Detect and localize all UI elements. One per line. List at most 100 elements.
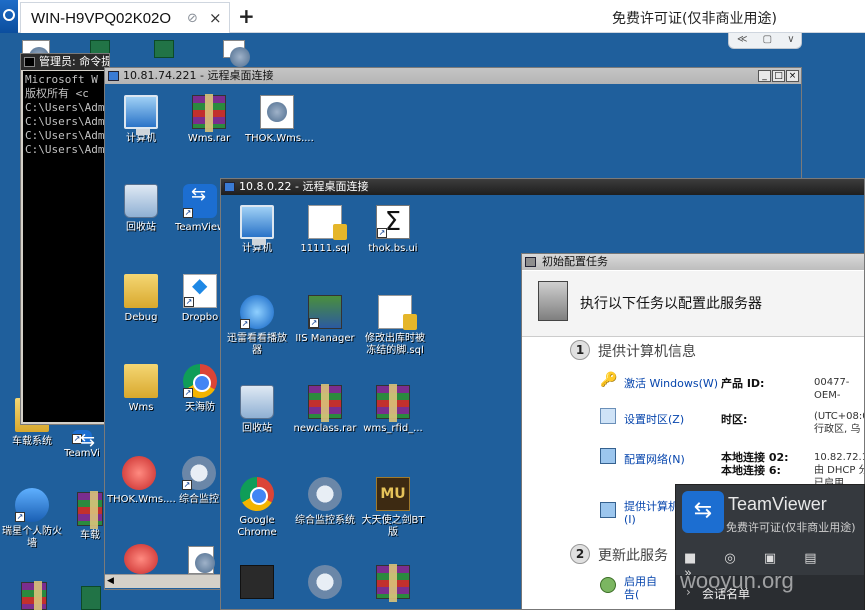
rdp2-icon-modify-sql[interactable]: 修改出库时被冻结的脚.sql [361, 295, 429, 357]
excel-icon [154, 40, 174, 58]
remote-desktop-icon [108, 71, 119, 81]
chrome-icon [240, 477, 274, 511]
rdp1-icon-thok-wms-2[interactable]: THOK.Wms.... [107, 456, 176, 506]
icon-label: 11111.sql [300, 243, 350, 254]
rdp2-icon-iis[interactable]: ↗ IIS Manager [293, 295, 357, 345]
iis-manager-icon: ↗ [308, 295, 342, 329]
configure-network-link[interactable]: 配置网络(N) [624, 451, 685, 467]
rdp1-icon-tianhai[interactable]: ↗ 天海防 [175, 364, 225, 414]
desktop-icon-teamviewer[interactable]: ↗ TeamVi [56, 430, 108, 460]
rdp2-icon-network[interactable] [227, 565, 287, 603]
section-number: 1 [570, 340, 590, 360]
desktop-icon-archive[interactable] [14, 581, 54, 610]
activate-windows-link[interactable]: 激活 Windows(W) [624, 375, 718, 391]
cmd-title: 管理员: 命令提示符 [39, 55, 109, 68]
scroll-left-icon[interactable]: ◀ [107, 576, 114, 586]
pin-icon[interactable]: ⊘ [187, 11, 198, 26]
new-tab-button[interactable]: + [238, 4, 255, 28]
row-key: 产品 ID: [721, 377, 765, 390]
license-text: 免费许可证(仅非商业用途) [612, 11, 777, 27]
icon-label: THOK.Wms.... [107, 494, 176, 505]
cmd-window[interactable]: 管理员: 命令提示符 Microsoft W版权所有 <cC:\Users\Ad… [20, 53, 110, 425]
rdp1-icon-thok-wms[interactable]: THOK.Wms.... [245, 95, 314, 145]
sql-file-icon [308, 205, 347, 240]
users-icon [600, 577, 616, 593]
desktop-icon-excel[interactable] [76, 586, 106, 610]
rdp2-icon-monitor[interactable]: 综合监控系统 [293, 477, 357, 527]
server-icon [525, 257, 536, 267]
monitor-system-icon [308, 477, 342, 511]
rdp1-icon-teamviewer[interactable]: ↗ TeamViewe [175, 184, 232, 234]
close-button[interactable]: × [786, 70, 799, 82]
cmd-titlebar[interactable]: 管理员: 命令提示符 [21, 54, 109, 70]
rdp2-icon-rar-bottom[interactable] [363, 564, 423, 603]
rdp1-icon-wms-folder[interactable]: Wms [109, 364, 173, 414]
icon-label: 修改出库时被冻结的脚.sql [365, 333, 425, 356]
rdp2-icon-sql[interactable]: 11111.sql [293, 205, 357, 255]
remote-toolbar-toggle[interactable]: ≪ ▢ ∨ [728, 33, 802, 49]
close-tab-icon[interactable]: × [209, 9, 222, 27]
rdp2-icon-gear[interactable] [295, 565, 355, 603]
rdp1-icon-monitor[interactable]: ↗ 综合监控 [173, 456, 225, 506]
config-header-text: 执行以下任务以配置此服务器 [580, 296, 762, 312]
rdp2-icon-newclass[interactable]: newclass.rar [293, 384, 357, 435]
maximize-button[interactable]: □ [772, 70, 785, 82]
enable-auto-update-link[interactable]: 启用自 告( [624, 575, 657, 601]
rdp1-titlebar[interactable]: 10.81.74.221 - 远程桌面连接 _ □ × [105, 68, 801, 84]
browser-icon: ↗ [183, 364, 217, 398]
tab-title: WIN-H9VPQ02K02O [31, 10, 172, 27]
license-text: 免费许可证(仅非商业用途) [726, 521, 856, 534]
rdp1-icon-debug[interactable]: Debug [109, 274, 173, 324]
desktop-icon-top-3[interactable] [144, 40, 184, 62]
config-titlebar[interactable]: 初始配置任务 [522, 254, 864, 270]
rdp1-icon-computer[interactable]: 计算机 [109, 95, 173, 145]
cmd-output[interactable]: Microsoft W 版权所有 <c C:\Users\Adm C:\Users\A… [23, 71, 107, 422]
cmd-line: 版权所有 <c [25, 87, 89, 100]
rdp1-horizontal-scrollbar[interactable]: ◀ [105, 574, 221, 588]
archive-icon [192, 94, 226, 132]
icon-label: Wms [128, 402, 154, 413]
section-number: 2 [570, 544, 590, 564]
icon-label: TeamViewe [175, 222, 232, 233]
key-icon: 🔑 [600, 372, 618, 388]
teamviewer-tab-bar: WIN-H9VPQ02K02O ⊘ × + 免费许可证(仅非商业用途) [0, 0, 865, 33]
rdp2-icon-wms-rfid[interactable]: wms_rfid_... [361, 384, 425, 435]
remote-session-tab[interactable]: WIN-H9VPQ02K02O ⊘ × [20, 2, 230, 33]
rdp2-icon-xunlei[interactable]: ↗ 迅雷看看播放器 [225, 295, 289, 357]
config-file-icon [260, 95, 294, 129]
app-icon [124, 544, 158, 574]
icon-label: newclass.rar [293, 423, 357, 434]
section-title: 更新此服务 [598, 548, 668, 564]
rdp2-titlebar[interactable]: 10.8.0.22 - 远程桌面连接 [221, 179, 864, 195]
archive-icon [308, 384, 342, 422]
rdp2-icon-chrome[interactable]: Google Chrome [225, 477, 289, 539]
rdp2-icon-thok-bs-ui[interactable]: Σ ↗ thok.bs.ui [361, 205, 425, 255]
recycle-bin-icon [124, 184, 158, 218]
archive-icon [77, 491, 103, 529]
minimize-button[interactable]: _ [758, 70, 771, 82]
rdp1-icon-dropbox[interactable]: ↗ Dropbo [175, 274, 225, 324]
icon-label: thok.bs.ui [368, 243, 418, 254]
desktop-icon-rising-firewall[interactable]: ↗ 瑞星个人防火墙 [0, 488, 64, 550]
cmd-icon [24, 57, 35, 67]
rdp2-icon-computer[interactable]: 计算机 [225, 205, 289, 255]
watermark-text: wooyun.org [680, 568, 794, 593]
rdp2-icon-mu-game[interactable]: MU 大天使之剑BT版 [361, 477, 425, 539]
rdp2-title: 10.8.0.22 - 远程桌面连接 [239, 180, 369, 193]
teamviewer-icon: ↗ [72, 430, 95, 447]
icon-label: 大天使之剑BT版 [361, 515, 425, 538]
gear-icon [308, 565, 342, 599]
rdp2-icon-recycle-bin[interactable]: 回收站 [225, 385, 289, 435]
window-controls: _ □ × [758, 70, 799, 82]
rdp1-icon-wms-rar[interactable]: Wms.rar [177, 94, 241, 145]
rdp1-icon-recycle-bin[interactable]: 回收站 [109, 184, 173, 234]
server-tasks-icon [538, 281, 568, 321]
icon-label: 回收站 [242, 423, 272, 434]
icon-label: 瑞星个人防火墙 [2, 526, 62, 549]
desktop-icon-top-4[interactable] [214, 40, 254, 67]
icon-label: 综合监控 [179, 494, 219, 505]
rdp1-icon-bottom[interactable] [109, 544, 173, 578]
set-timezone-link[interactable]: 设置时区(Z) [624, 411, 684, 427]
icon-label: Google Chrome [237, 515, 277, 538]
config-title: 初始配置任务 [542, 255, 608, 268]
